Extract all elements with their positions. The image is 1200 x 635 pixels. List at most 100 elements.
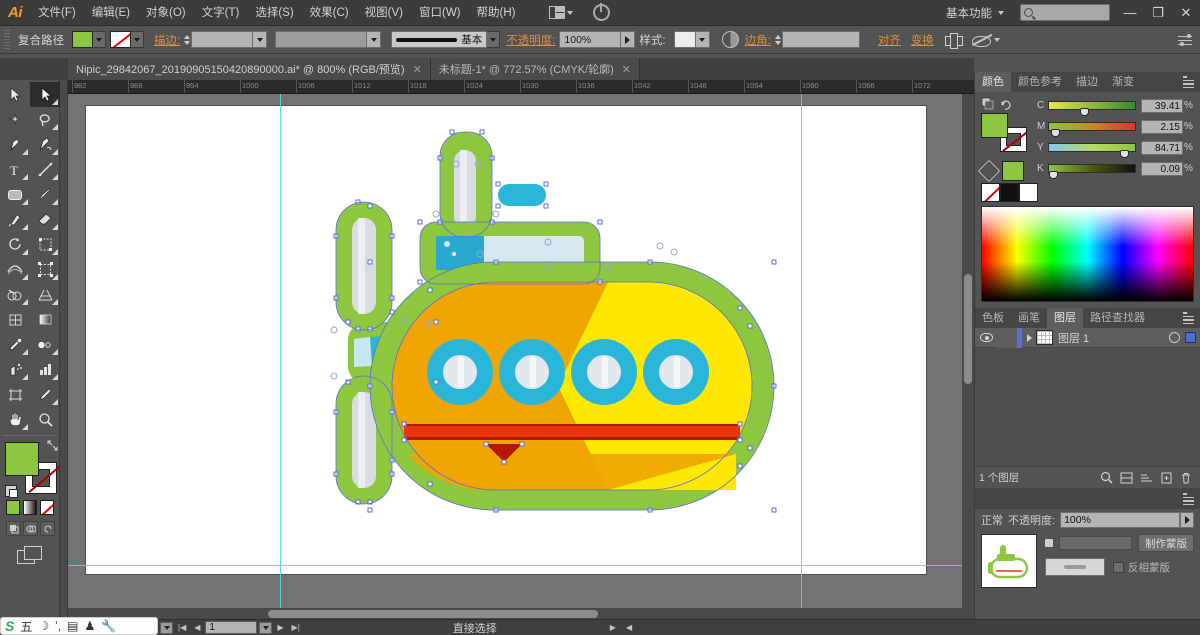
invert-mask-checkbox[interactable]: 反相蒙版 [1113, 560, 1170, 575]
slider-c-value[interactable]: 39.41 [1141, 98, 1183, 113]
align-icon[interactable] [944, 32, 963, 49]
stroke-profile-preview[interactable]: 基本 [391, 31, 488, 48]
current-color-swatch[interactable] [1002, 161, 1024, 181]
transparency-opacity-input[interactable]: 100% [1060, 512, 1180, 528]
invert-mask-box[interactable] [1113, 561, 1124, 573]
submarine-illustration[interactable] [308, 124, 808, 544]
ime-user-icon[interactable]: ♟ [84, 619, 95, 633]
swatch-none[interactable] [981, 183, 1000, 202]
make-clipping-mask-icon[interactable] [1116, 469, 1136, 487]
menu-window[interactable]: 窗口(W) [411, 0, 469, 26]
swatch-black[interactable] [1000, 183, 1019, 202]
corner-input[interactable] [781, 31, 860, 48]
type-tool[interactable]: T [0, 157, 30, 182]
scale-tool[interactable] [30, 232, 60, 257]
color-cube-icon[interactable] [977, 159, 1001, 183]
canvas-vertical-scroll-thumb[interactable] [964, 274, 972, 384]
slider-c[interactable]: C 39.41 % [1037, 97, 1194, 116]
rectangle-tool[interactable] [0, 182, 30, 207]
stroke-weight-chevron-icon[interactable] [253, 31, 268, 48]
none-mode-button[interactable] [40, 500, 54, 515]
canvas-vertical-scrollbar[interactable] [962, 94, 974, 620]
free-transform-tool[interactable] [30, 257, 60, 282]
tab-swatches[interactable]: 色板 [975, 308, 1011, 328]
draw-behind-button[interactable] [23, 521, 38, 536]
pen-tool[interactable] [0, 132, 30, 157]
stroke-profile-chevron-icon[interactable] [487, 31, 501, 48]
curvature-tool[interactable] [30, 132, 60, 157]
gradient-mode-button[interactable] [23, 500, 37, 515]
workspace-switcher[interactable]: 基本功能 [942, 5, 996, 21]
layer-name[interactable]: 图层 1 [1058, 330, 1169, 346]
ime-keyboard-icon[interactable]: ▤ [67, 619, 78, 633]
color-panel-menu-icon[interactable] [1183, 76, 1196, 88]
artboard-number-input[interactable]: 1 [205, 621, 258, 634]
menu-select[interactable]: 选择(S) [247, 0, 301, 26]
draw-inside-button[interactable] [40, 521, 55, 536]
ime-moon-icon[interactable]: ☽ [38, 619, 49, 633]
artboard-tool[interactable] [0, 382, 30, 407]
blend-tool[interactable] [30, 332, 60, 357]
slider-m[interactable]: M 2.15 % [1037, 118, 1194, 137]
mask-slot[interactable] [1059, 536, 1132, 550]
control-bar-menu-icon[interactable] [1178, 33, 1194, 47]
layer-lock-toggle[interactable] [997, 327, 1017, 348]
next-artboard-icon[interactable]: ▶ [274, 623, 286, 632]
stroke-weight-stepper[interactable] [184, 34, 191, 46]
shaper-tool[interactable] [0, 207, 30, 232]
paintbrush-tool[interactable] [30, 182, 60, 207]
slider-k-knob[interactable] [1049, 171, 1058, 179]
gradient-tool[interactable] [30, 307, 60, 332]
tab-stroke[interactable]: 描边 [1069, 72, 1105, 92]
blend-mode-label[interactable]: 正常 [981, 512, 1003, 528]
graphic-style-chevron-icon[interactable] [695, 31, 710, 48]
menu-effect[interactable]: 效果(C) [302, 0, 357, 26]
stroke-weight-input[interactable] [191, 31, 254, 48]
arrange-documents-button[interactable] [549, 3, 574, 23]
transparency-panel-menu-icon[interactable] [1183, 493, 1196, 505]
workspace-chevron-icon[interactable] [998, 10, 1004, 15]
previous-artboard-icon[interactable]: ◀ [191, 623, 203, 632]
sogou-logo-icon[interactable]: S [5, 618, 14, 634]
slider-m-value[interactable]: 2.15 [1141, 119, 1183, 134]
perspective-grid-tool[interactable] [30, 282, 60, 307]
layer-selection-indicator[interactable] [1185, 332, 1196, 343]
stroke-dropdown-icon[interactable] [131, 31, 144, 48]
slider-k[interactable]: K 0.09 % [1037, 160, 1194, 179]
layer-expand-chevron-icon[interactable] [1022, 334, 1036, 342]
transform-button[interactable]: 变换 [911, 32, 934, 48]
menu-help[interactable]: 帮助(H) [469, 0, 524, 26]
rotate-tool[interactable] [0, 232, 30, 257]
slider-k-value[interactable]: 0.09 [1141, 161, 1183, 176]
locate-object-icon[interactable] [1096, 469, 1116, 487]
first-artboard-icon[interactable]: |◀ [175, 623, 189, 632]
swatch-white[interactable] [1019, 183, 1038, 202]
search-input[interactable] [1020, 4, 1110, 21]
bridge-button[interactable] [589, 3, 613, 23]
menu-type[interactable]: 文字(T) [194, 0, 248, 26]
color-mode-button[interactable] [6, 500, 20, 515]
document-tab-1-close-icon[interactable]: ✕ [413, 63, 422, 76]
status-expand-icon[interactable]: ▶ [607, 623, 619, 632]
tab-color[interactable]: 颜色 [975, 72, 1011, 92]
layers-panel-menu-icon[interactable] [1183, 312, 1196, 324]
tab-brushes[interactable]: 画笔 [1011, 308, 1047, 328]
mask-preview[interactable] [1045, 558, 1105, 576]
align-button[interactable]: 对齐 [878, 32, 901, 48]
document-tab-2[interactable]: 未标题-1* @ 772.57% (CMYK/轮廓) ✕ [430, 58, 641, 80]
create-sublayer-icon[interactable] [1136, 469, 1156, 487]
opacity-combo[interactable]: 100% [559, 31, 636, 48]
selection-tool[interactable] [0, 82, 30, 107]
hand-tool[interactable] [0, 407, 30, 432]
corner-stepper[interactable] [774, 34, 781, 46]
lasso-tool[interactable] [30, 107, 60, 132]
variable-width-input[interactable] [275, 31, 368, 48]
artboard-dropdown-icon[interactable] [160, 621, 173, 634]
graphic-style-combo[interactable] [673, 31, 710, 48]
panel-fill-stroke-indicator[interactable] [981, 113, 1029, 155]
menu-edit[interactable]: 编辑(E) [84, 0, 138, 26]
last-artboard-icon[interactable]: ▶| [289, 623, 303, 632]
screen-mode-button[interactable] [16, 546, 43, 566]
delete-layer-icon[interactable] [1176, 469, 1196, 487]
color-reset-icon[interactable] [1000, 97, 1013, 110]
